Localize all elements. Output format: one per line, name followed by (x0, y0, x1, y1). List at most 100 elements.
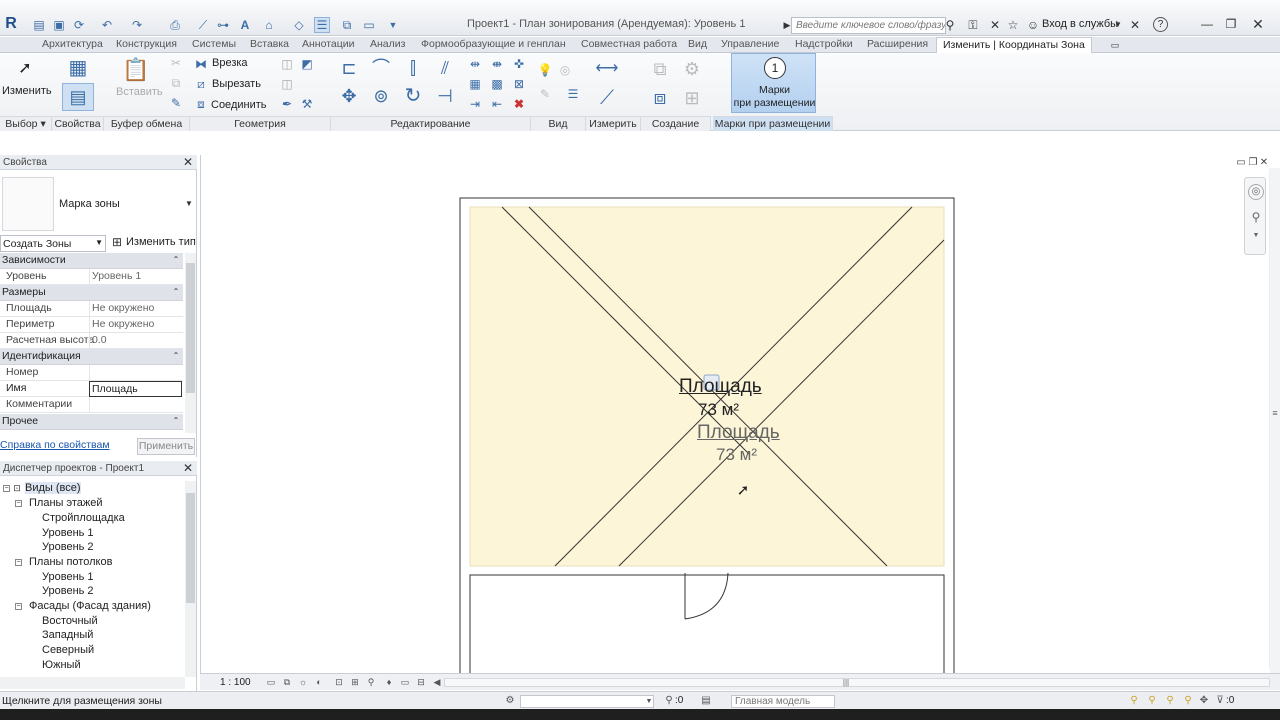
section-icon[interactable]: ◇ (292, 18, 306, 32)
worksets-icon[interactable]: ⚙ (504, 695, 516, 707)
select-links-icon[interactable]: ⚲ (1128, 695, 1140, 707)
tree-south[interactable]: Южный (42, 659, 81, 671)
cope-button[interactable]: Врезка (212, 57, 248, 69)
mirror-draw-icon[interactable]: ⫽ (434, 57, 456, 79)
area-tag-name[interactable]: Площадь (679, 376, 762, 398)
tree-level-1-plan[interactable]: Уровень 1 (42, 527, 94, 539)
tab-collaborate[interactable]: Совместная работа (581, 37, 677, 53)
create-group-icon[interactable]: ⚙ (678, 57, 706, 81)
prop-row-height[interactable]: Расчетная высота 0.0 (0, 333, 183, 349)
create-similar-icon[interactable]: ⊞ (678, 85, 706, 111)
browser-hscrollbar[interactable] (0, 677, 185, 689)
prop-row-number[interactable]: Номер (0, 365, 183, 381)
filter-icon[interactable]: ⊽ (1214, 695, 1226, 707)
move-icon[interactable]: ✥ (338, 85, 360, 107)
exchange-apps-icon[interactable]: ✕ (1128, 18, 1142, 32)
geometry-tool2-icon[interactable]: ◩ (300, 57, 314, 71)
minimize-icon[interactable]: — (1196, 16, 1218, 32)
temp-hide-icon[interactable]: ⚲ (366, 677, 376, 687)
collapse-other-icon[interactable]: ⌃ (172, 416, 180, 426)
instance-filter-select[interactable]: Создать Зоны ▼ (0, 235, 106, 252)
steering-wheel-icon[interactable]: ◎ (1248, 184, 1264, 200)
canvas-right-scrollbar[interactable]: ≡ (1270, 168, 1280, 673)
detail-level-icon[interactable]: ▭ (266, 677, 276, 687)
tab-manage[interactable]: Управление (721, 37, 779, 53)
geometry-tool1-icon[interactable]: ◫ (280, 57, 294, 71)
analytical-model-icon[interactable]: ⊟ (416, 677, 426, 687)
delete-icon[interactable]: ✖ (512, 97, 526, 111)
trim-extend-icon[interactable]: ⇥ (468, 97, 482, 111)
select-pinned-icon[interactable]: ⚲ (1164, 695, 1176, 707)
tree-level-1-ceiling[interactable]: Уровень 1 (42, 571, 94, 583)
tree-level-2-plan[interactable]: Уровень 2 (42, 541, 94, 553)
category-dimensions[interactable]: Размеры (0, 285, 183, 301)
measure-between-icon[interactable]: ⟷ (592, 59, 622, 79)
collapse-dimensions-icon[interactable]: ⌃ (172, 287, 180, 297)
geometry-tool3-icon[interactable]: ◫ (280, 77, 294, 91)
category-identity[interactable]: Идентификация (0, 349, 183, 365)
split-icon[interactable]: ⇹ (468, 57, 482, 71)
browser-close-icon[interactable]: ✕ (183, 461, 193, 475)
select-cursor-icon[interactable]: ➚ (16, 59, 34, 79)
redo-icon[interactable]: ↷ (130, 18, 144, 32)
tab-annotate[interactable]: Аннотации (302, 37, 355, 53)
collapse-ceiling-plans-icon[interactable]: − (15, 559, 22, 566)
group-select-dropdown-icon[interactable]: ▾ (40, 118, 45, 130)
select-underlay-icon[interactable]: ⚲ (1146, 695, 1158, 707)
hide-icon[interactable]: 💡 (538, 63, 553, 77)
apply-button[interactable]: Применить (137, 438, 195, 455)
tab-systems[interactable]: Системы (192, 37, 236, 53)
create-parts-icon[interactable]: ⧉ (646, 57, 674, 81)
restore-icon[interactable]: ❐ (1220, 16, 1242, 32)
select-by-face-icon[interactable]: ⚲ (1182, 695, 1194, 707)
close-hidden-icon[interactable]: ⧉ (340, 18, 354, 32)
tree-elevations[interactable]: Фасады (Фасад здания) (29, 600, 151, 612)
hscroll-thumb-icon[interactable]: ||| (841, 678, 851, 687)
signin-dropdown-icon[interactable]: ▼ (1113, 18, 1123, 32)
design-option-select[interactable]: Главная модель (731, 695, 835, 708)
category-other[interactable]: Прочее (0, 414, 183, 430)
drag-on-selection-icon[interactable]: ✥ (1198, 695, 1210, 707)
paint-icon[interactable]: ✒ (280, 97, 294, 111)
workset-dropdown-icon[interactable]: ▼ (644, 696, 654, 706)
split-face-icon[interactable]: ⚒ (300, 97, 314, 111)
edit-type-button[interactable]: Изменить тип (126, 236, 196, 248)
help-icon[interactable]: ? (1153, 17, 1168, 32)
match-type-icon[interactable]: ✎ (170, 97, 182, 109)
show-crop-icon[interactable]: ⊞ (350, 677, 360, 687)
open-icon[interactable]: ▤ (32, 18, 46, 32)
search-input[interactable]: Введите ключевое слово/фразу (791, 17, 946, 34)
tab-addins[interactable]: Надстройки (795, 37, 853, 53)
tree-views-all[interactable]: Виды (все) (25, 482, 81, 494)
area-tag-value[interactable]: 73 м² (698, 400, 739, 420)
subscription-icon[interactable]: ⚿ (966, 18, 980, 32)
measure-icon[interactable]: ⟋ (196, 18, 210, 32)
exchange-icon[interactable]: ✕ (988, 18, 1002, 32)
mirror-axis-icon[interactable]: ⫿ (402, 57, 424, 79)
extend-icon[interactable]: ⇤ (490, 97, 504, 111)
type-properties-icon[interactable]: ▤ (62, 83, 94, 111)
tab-massing-site[interactable]: Формообразующие и генплан (421, 37, 566, 53)
ribbon-toggle-icon[interactable]: ▭ (1108, 39, 1122, 51)
name-input[interactable]: Площадь (89, 381, 182, 397)
copy-element-icon[interactable]: ⊚ (370, 85, 392, 107)
drawing-canvas[interactable]: Площадь 73 м² Площадь 73 м² ➚ ◎ ⚲ ▼ ▭ ❐ … (200, 155, 1271, 673)
save-icon[interactable]: ▣ (52, 18, 66, 32)
type-selector-dropdown-icon[interactable]: ▼ (184, 199, 194, 209)
prop-row-comments[interactable]: Комментарии (0, 397, 183, 413)
qat-dropdown-icon[interactable]: ▼ (388, 18, 398, 32)
undo-icon[interactable]: ↶ (100, 18, 114, 32)
crop-view-icon[interactable]: ⊡ (334, 677, 344, 687)
override-icon[interactable]: ◎ (558, 63, 572, 77)
tree-site-plan[interactable]: Стройплощадка (42, 512, 125, 524)
tree-floor-plans[interactable]: Планы этажей (29, 497, 103, 509)
sync-icon[interactable]: ⟳ (72, 18, 86, 32)
collapse-identity-icon[interactable]: ⌃ (172, 351, 180, 361)
scale-icon[interactable]: ▩ (490, 77, 504, 91)
tab-modify-area-boundary[interactable]: Изменить | Координаты Зона (936, 37, 1092, 53)
tag-on-placement-button[interactable]: 1 Марки при размещении (731, 53, 816, 113)
tree-west[interactable]: Западный (42, 629, 93, 641)
array-icon[interactable]: ▦ (468, 77, 482, 91)
unpin-icon[interactable]: ⊠ (512, 77, 526, 91)
star-icon[interactable]: ☆ (1006, 18, 1020, 32)
